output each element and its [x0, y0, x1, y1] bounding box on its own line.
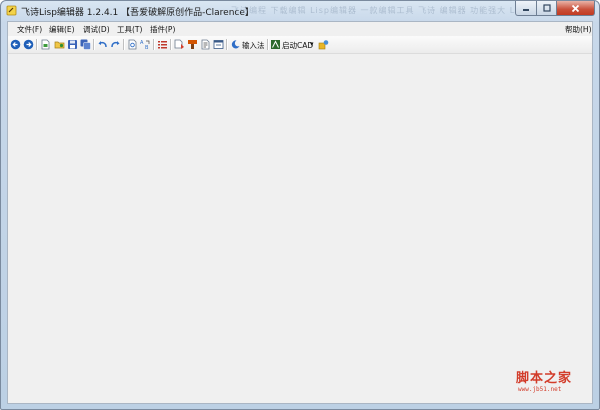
blurred-title-text: 飞诗编程 下载编辑 Lisp编辑器 一款编辑工具 飞诗 编辑器 功能强大 Lis… [231, 6, 530, 15]
forward-icon[interactable] [23, 39, 34, 50]
open-folder-icon[interactable] [54, 39, 65, 50]
client-area: 文件(F) 编辑(E) 调试(D) 工具(T) 插件(P) 帮助(H) A B … [7, 21, 593, 404]
undo-icon[interactable] [97, 39, 108, 50]
window-title: 飞诗Lisp编辑器 1.2.4.1 【吾爱破解原创作品-Clarence】 [21, 8, 254, 18]
start-cad-button[interactable]: 启动CAD [282, 40, 313, 51]
format-icon[interactable] [200, 39, 211, 50]
menu-edit[interactable]: 编辑(E) [49, 24, 75, 35]
compile-icon[interactable] [187, 39, 198, 50]
toolbar-separator [226, 39, 228, 50]
load-icon[interactable] [174, 39, 185, 50]
close-icon [571, 4, 580, 12]
menu-bar: 文件(F) 编辑(E) 调试(D) 工具(T) 插件(P) 帮助(H) [8, 22, 592, 36]
app-icon [6, 5, 17, 16]
workspace[interactable] [8, 54, 592, 403]
plugin-icon[interactable] [318, 39, 329, 50]
replace-icon[interactable]: AB [140, 39, 151, 50]
toolbar-separator [153, 39, 155, 50]
find-icon[interactable] [127, 39, 138, 50]
close-button[interactable] [557, 1, 595, 16]
window-icon[interactable] [213, 39, 224, 50]
toolbar-separator [123, 39, 125, 50]
menu-help[interactable]: 帮助(H) [565, 24, 592, 35]
input-method-button[interactable]: 输入法 [242, 40, 265, 51]
menu-debug[interactable]: 调试(D) [83, 24, 110, 35]
new-file-icon[interactable] [40, 39, 51, 50]
minimize-icon [523, 9, 529, 11]
watermark-url: www.jb51.net [518, 386, 562, 393]
menu-file[interactable]: 文件(F) [17, 24, 42, 35]
window-controls [515, 1, 595, 17]
save-all-icon[interactable] [80, 39, 91, 50]
watermark: 脚本之家 www.jb51.net [516, 367, 596, 393]
save-icon[interactable] [67, 39, 78, 50]
cad-icon[interactable] [270, 39, 281, 50]
list-icon[interactable] [157, 39, 168, 50]
maximize-button[interactable] [537, 1, 557, 16]
toolbar: AB 输入法 启动CAD ▾ [8, 36, 592, 54]
redo-icon[interactable] [110, 39, 121, 50]
toolbar-separator [36, 39, 38, 50]
menu-plugins[interactable]: 插件(P) [150, 24, 175, 35]
app-window: 飞诗Lisp编辑器 1.2.4.1 【吾爱破解原创作品-Clarence】 飞诗… [0, 0, 600, 410]
minimize-button[interactable] [515, 1, 537, 16]
menu-tools[interactable]: 工具(T) [117, 24, 142, 35]
watermark-main-text: 脚本之家 [516, 371, 573, 386]
toolbar-separator [267, 39, 269, 50]
svg-text:B: B [145, 45, 149, 50]
toolbar-separator [170, 39, 172, 50]
back-icon[interactable] [10, 39, 21, 50]
svg-text:A: A [140, 40, 144, 46]
toolbar-separator [93, 39, 95, 50]
input-method-icon[interactable] [230, 39, 241, 50]
start-cad-dropdown-icon[interactable]: ▾ [310, 40, 314, 48]
maximize-icon [542, 4, 551, 12]
title-bar[interactable]: 飞诗Lisp编辑器 1.2.4.1 【吾爱破解原创作品-Clarence】 飞诗… [1, 1, 599, 21]
